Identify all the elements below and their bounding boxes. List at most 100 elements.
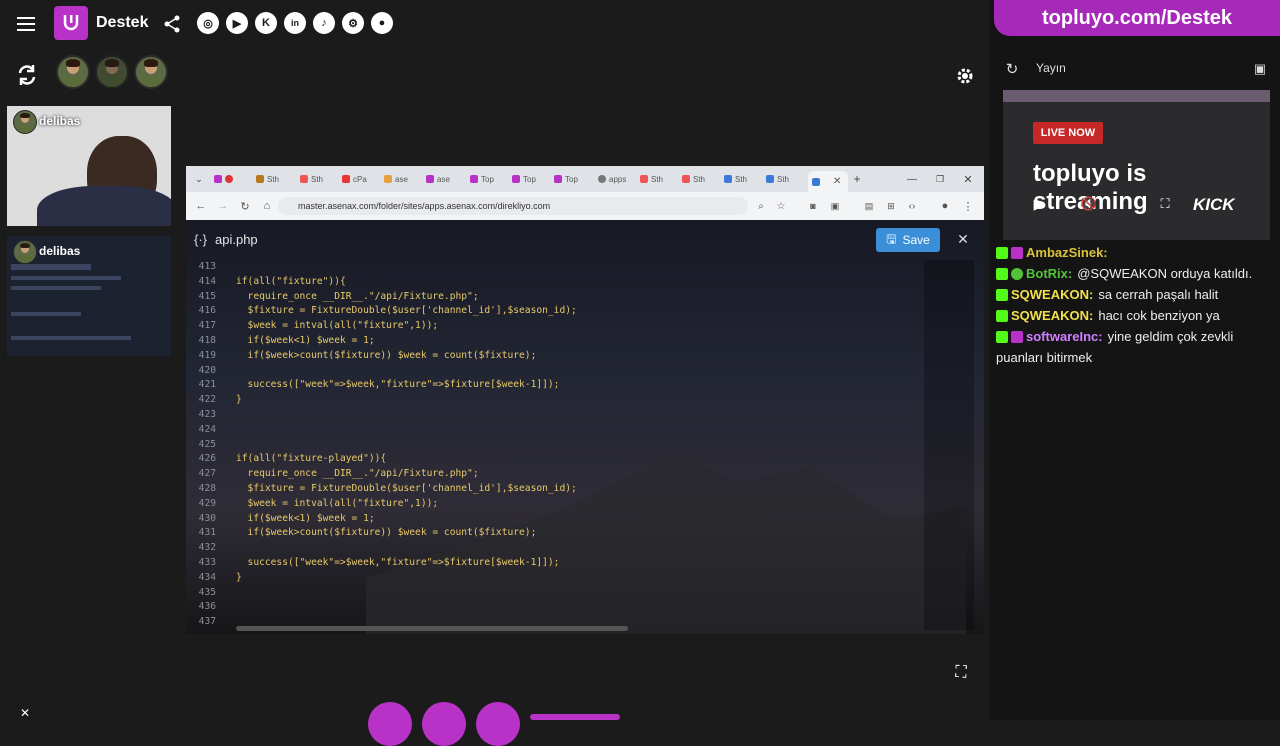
- chat-list: AmbazSinek: BotRix: @SQWEAKON orduya katıl…: [996, 242, 1276, 368]
- linkedin-icon[interactable]: in: [284, 12, 306, 34]
- save-button[interactable]: 🖫 Save: [876, 228, 940, 252]
- control-button[interactable]: [476, 702, 520, 746]
- code-line: 413: [186, 260, 924, 275]
- code-text: $fixture = FixtureDouble($user['channel_…: [236, 482, 577, 494]
- apps-icon[interactable]: ⊞: [884, 198, 898, 214]
- tiktok-icon[interactable]: ♪: [313, 12, 335, 34]
- screen-share-tile[interactable]: delibas: [7, 236, 171, 356]
- reload-stream-icon[interactable]: ↻: [1002, 59, 1022, 79]
- camera-icon[interactable]: ◙: [806, 198, 820, 214]
- line-number: 415: [198, 290, 216, 302]
- browser-tab[interactable]: ase: [384, 171, 422, 187]
- zoom-icon[interactable]: ⌕: [754, 198, 768, 214]
- code-line: 423: [186, 408, 924, 423]
- close-icon[interactable]: ✕: [16, 706, 34, 720]
- fullscreen-icon[interactable]: ⛶: [1155, 194, 1175, 214]
- tab-search-icon[interactable]: ▤: [862, 198, 876, 214]
- devtools-icon[interactable]: ‹›: [904, 198, 920, 214]
- kick-icon[interactable]: K: [255, 12, 277, 34]
- browser-tab[interactable]: Sth: [724, 171, 762, 187]
- mute-icon[interactable]: 🔇: [1079, 194, 1099, 214]
- app-logo[interactable]: [54, 6, 88, 40]
- code-text: if(all("fixture")){: [236, 275, 346, 287]
- profile-icon[interactable]: ●: [938, 198, 952, 214]
- browser-tab[interactable]: [214, 171, 252, 187]
- code-text: $week = intval(all("fixture",1));: [236, 320, 439, 332]
- home-icon[interactable]: ⌂: [260, 198, 274, 214]
- more-icon[interactable]: ⋮: [962, 198, 974, 214]
- control-button[interactable]: [368, 702, 412, 746]
- close-editor-icon[interactable]: ✕: [954, 230, 972, 248]
- new-tab-icon[interactable]: +: [850, 171, 864, 187]
- avatar[interactable]: [56, 55, 90, 89]
- stream-preview[interactable]: LIVE NOW topluyo is streaming ▶ 🔇 ⛶ KICK: [1003, 90, 1270, 240]
- kick-badge-icon: [996, 310, 1008, 322]
- promo-banner[interactable]: topluyo.com/Destek: [994, 0, 1280, 36]
- chat-username[interactable]: AmbazSinek:: [1026, 245, 1108, 260]
- code-line: 417 $week = intval(all("fixture",1));: [186, 319, 924, 334]
- forward-icon[interactable]: →: [216, 198, 230, 214]
- github-icon[interactable]: ●: [371, 12, 393, 34]
- camera-tile[interactable]: delibas: [7, 106, 171, 226]
- tab-menu-icon[interactable]: ⌄: [192, 171, 206, 187]
- browser-tab[interactable]: Sth: [682, 171, 720, 187]
- instagram-icon[interactable]: ◎: [197, 12, 219, 34]
- volume-slider[interactable]: [530, 714, 620, 720]
- code-text: success(["week"=>$week,"fixture"=>$fixtu…: [236, 556, 560, 568]
- steam-icon[interactable]: ⚙: [342, 12, 364, 34]
- browser-tab[interactable]: Top: [512, 171, 550, 187]
- play-icon[interactable]: ▶: [1029, 194, 1049, 214]
- code-line: 429 $week = intval(all("fixture",1));: [186, 497, 924, 512]
- chat-username[interactable]: softwareInc:: [1026, 329, 1103, 344]
- line-number: 437: [198, 616, 216, 628]
- reload-icon[interactable]: ↻: [238, 198, 252, 214]
- kick-badge-icon: [996, 331, 1008, 343]
- refresh-icon[interactable]: [14, 62, 40, 88]
- avatar[interactable]: [95, 55, 129, 89]
- browser-tab[interactable]: Sth: [766, 171, 804, 187]
- url-input[interactable]: master.asenax.com/folder/sites/apps.asen…: [278, 197, 748, 215]
- control-button[interactable]: [422, 702, 466, 746]
- back-icon[interactable]: ←: [194, 198, 208, 214]
- close-icon[interactable]: ✕: [960, 171, 976, 187]
- chat-username[interactable]: BotRix:: [1026, 266, 1072, 281]
- chat-username[interactable]: SQWEAKON:: [1011, 287, 1093, 302]
- extension-icon[interactable]: ▣: [828, 198, 842, 214]
- bookmark-icon[interactable]: ☆: [774, 198, 788, 214]
- avatar: [13, 240, 37, 264]
- stream-label: Yayın: [1036, 61, 1066, 75]
- horizontal-scrollbar[interactable]: [236, 626, 628, 631]
- gear-icon[interactable]: [952, 63, 978, 89]
- browser-tab[interactable]: ase: [426, 171, 464, 187]
- code-text: require_once __DIR__."/api/Fixture.php";: [236, 468, 479, 480]
- menu-icon[interactable]: [14, 12, 38, 36]
- browser-tab[interactable]: Top: [470, 171, 508, 187]
- avatar[interactable]: [134, 55, 168, 89]
- code-line: 422}: [186, 393, 924, 408]
- line-number: 413: [198, 261, 216, 272]
- browser-tab[interactable]: Sth: [640, 171, 678, 187]
- share-icon[interactable]: [160, 12, 184, 36]
- bot-badge-icon: [1011, 268, 1023, 280]
- brand-title: Destek: [96, 14, 149, 31]
- minimap[interactable]: [924, 260, 974, 630]
- youtube-icon[interactable]: ▶: [226, 12, 248, 34]
- line-number: 425: [198, 438, 216, 450]
- browser-tab[interactable]: Sth: [256, 171, 294, 187]
- browser-tab[interactable]: cPa: [342, 171, 380, 187]
- fullscreen-icon[interactable]: ⛶: [950, 662, 972, 684]
- browser-tab-active[interactable]: ✕: [808, 171, 848, 192]
- chat-username[interactable]: SQWEAKON:: [1011, 308, 1093, 323]
- code-area[interactable]: 413 414 if(all("fixture")){415 require_onc…: [186, 260, 924, 630]
- line-number: 418: [198, 334, 216, 346]
- theater-icon[interactable]: ▣: [1250, 59, 1270, 79]
- screen-share-name: delibas: [39, 244, 81, 258]
- browser-tab[interactable]: apps: [598, 171, 636, 187]
- browser-tab[interactable]: Sth: [300, 171, 338, 187]
- code-text: if($week>count($fixture)) $week = count(…: [236, 527, 537, 539]
- maximize-icon[interactable]: ❐: [932, 171, 948, 187]
- browser-tab[interactable]: Top: [554, 171, 592, 187]
- line-number: 424: [198, 423, 216, 435]
- minimize-icon[interactable]: —: [904, 171, 920, 187]
- shared-browser-window: ⌄ Sth Sth cPa ase ase Top Top Top apps S…: [186, 166, 984, 634]
